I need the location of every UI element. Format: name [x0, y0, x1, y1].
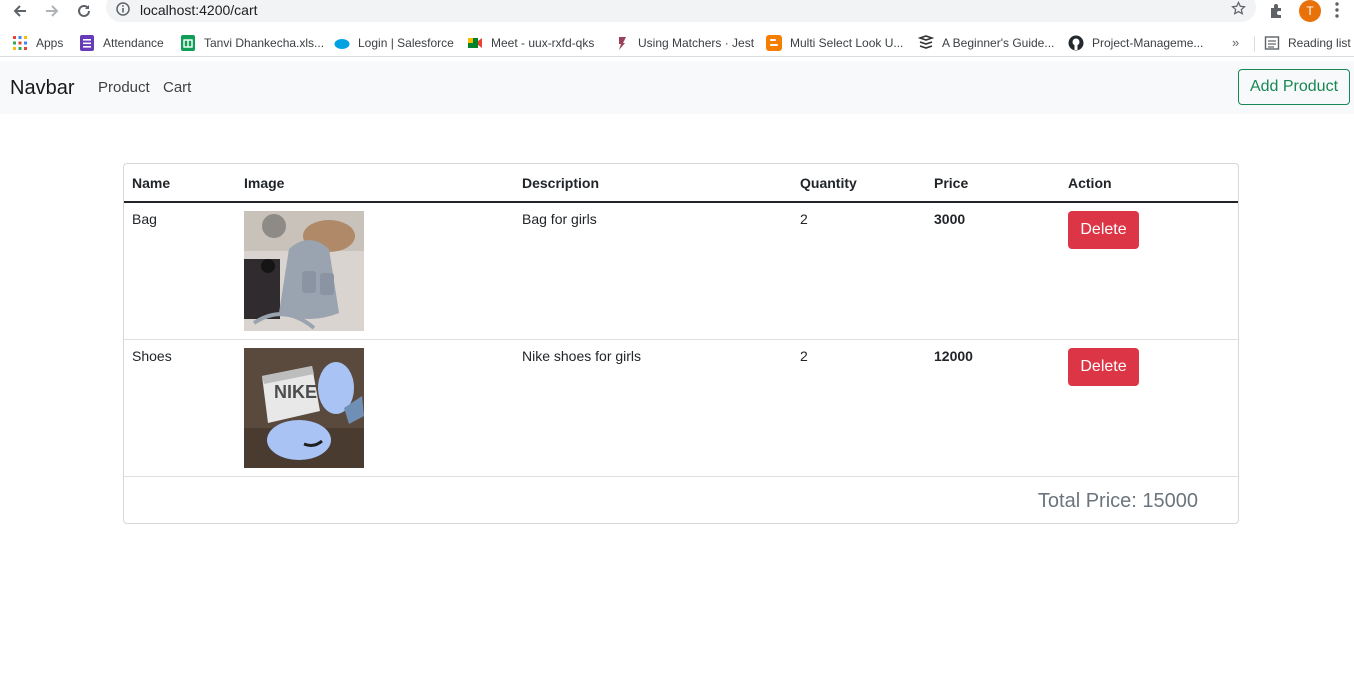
shoes-product-image: NIKE: [244, 348, 364, 468]
product-quantity: 2: [792, 339, 926, 477]
column-header-price: Price: [926, 164, 1060, 203]
product-description: Bag for girls: [514, 202, 792, 340]
action-cell: Delete: [1060, 202, 1238, 340]
column-header-name: Name: [124, 164, 236, 203]
delete-button[interactable]: Delete: [1068, 348, 1139, 386]
cart-table: Name Image Description Quantity Price Ac…: [124, 164, 1238, 477]
bookmark-label: Using Matchers · Jest: [638, 36, 755, 50]
table-header-row: Name Image Description Quantity Price Ac…: [124, 164, 1238, 203]
bookmark-label: Multi Select Look U...: [790, 36, 904, 50]
bookmark-jest[interactable]: Using Matchers · Jest: [614, 34, 754, 52]
meet-icon: [467, 35, 483, 51]
bookmark-star-icon[interactable]: [1231, 0, 1246, 21]
column-header-image: Image: [236, 164, 514, 203]
blogger-icon: [766, 35, 782, 51]
bookmark-attendance[interactable]: Attendance: [79, 34, 164, 52]
bookmark-label: Tanvi Dhankecha.xls...: [204, 36, 325, 50]
bookmark-apps[interactable]: Apps: [12, 34, 63, 52]
back-arrow-icon[interactable]: [8, 0, 32, 22]
bookmark-label: Meet - uux-rxfd-qks: [491, 36, 595, 50]
product-image-cell: [236, 202, 514, 340]
bookmark-github[interactable]: Project-Manageme...: [1068, 34, 1203, 52]
column-header-action: Action: [1060, 164, 1238, 203]
more-bookmarks-chevron-icon[interactable]: »: [1232, 35, 1239, 50]
jest-icon: [614, 35, 630, 51]
forms-icon: [79, 35, 95, 51]
url-text[interactable]: localhost:4200/cart: [140, 2, 258, 18]
bookmark-beginners-guide[interactable]: A Beginner's Guide...: [917, 34, 1055, 52]
product-quantity: 2: [792, 202, 926, 340]
github-icon: [1068, 35, 1084, 51]
delete-button[interactable]: Delete: [1068, 211, 1139, 249]
bookmark-salesforce[interactable]: Login | Salesforce: [334, 34, 454, 52]
address-bar[interactable]: localhost:4200/cart: [106, 0, 1256, 22]
forward-arrow-icon[interactable]: [40, 0, 64, 22]
product-image-cell: NIKE: [236, 339, 514, 477]
extensions-puzzle-icon[interactable]: [1268, 2, 1286, 25]
profile-avatar[interactable]: T: [1299, 0, 1321, 22]
nav-link-product[interactable]: Product: [98, 79, 150, 96]
layers-icon: [917, 35, 935, 51]
product-name: Shoes: [124, 339, 236, 477]
bookmarks-bar: Apps Attendance Tanvi Dhankecha.xls... L…: [0, 30, 1354, 57]
bookmark-label: Attendance: [103, 36, 164, 50]
svg-text:NIKE: NIKE: [274, 382, 317, 402]
cart-card: Name Image Description Quantity Price Ac…: [123, 163, 1239, 524]
reading-list-label: Reading list: [1288, 36, 1351, 50]
sheets-icon: [180, 35, 196, 51]
product-name: Bag: [124, 202, 236, 340]
reading-list-icon: [1264, 35, 1280, 51]
navbar-brand[interactable]: Navbar: [10, 77, 74, 100]
product-price: 12000: [926, 339, 1060, 477]
bookmark-label: Project-Manageme...: [1092, 36, 1204, 50]
column-header-description: Description: [514, 164, 792, 203]
apps-grid-icon: [12, 35, 28, 51]
reading-list-button[interactable]: Reading list: [1264, 34, 1351, 52]
product-description: Nike shoes for girls: [514, 339, 792, 477]
app-navbar: Navbar Product Cart Add Product: [0, 61, 1354, 114]
bookmark-label: A Beginner's Guide...: [942, 36, 1055, 50]
bookmark-label: Login | Salesforce: [358, 36, 454, 50]
product-price: 3000: [926, 202, 1060, 340]
bookmark-label: Apps: [36, 36, 64, 50]
table-row: Shoes NIKE Nike shoes for girls 2 12000 …: [124, 339, 1238, 477]
action-cell: Delete: [1060, 339, 1238, 477]
add-product-button[interactable]: Add Product: [1238, 69, 1350, 105]
reload-icon[interactable]: [72, 0, 96, 22]
table-row: Bag Bag for girls 2 3000 Delete: [124, 202, 1238, 340]
site-info-icon[interactable]: [116, 2, 130, 21]
browser-menu-icon[interactable]: [1334, 1, 1340, 24]
bag-product-image: [244, 211, 364, 331]
bookmarks-divider: [1254, 36, 1255, 52]
bookmark-sheets[interactable]: Tanvi Dhankecha.xls...: [180, 34, 324, 52]
bookmark-blogger[interactable]: Multi Select Look U...: [766, 34, 903, 52]
bookmark-meet[interactable]: Meet - uux-rxfd-qks: [467, 34, 594, 52]
salesforce-icon: [334, 35, 350, 51]
nav-link-cart[interactable]: Cart: [163, 79, 191, 96]
browser-toolbar: localhost:4200/cart T: [0, 0, 1354, 22]
total-price: Total Price: 15000: [1037, 490, 1198, 512]
column-header-quantity: Quantity: [792, 164, 926, 203]
